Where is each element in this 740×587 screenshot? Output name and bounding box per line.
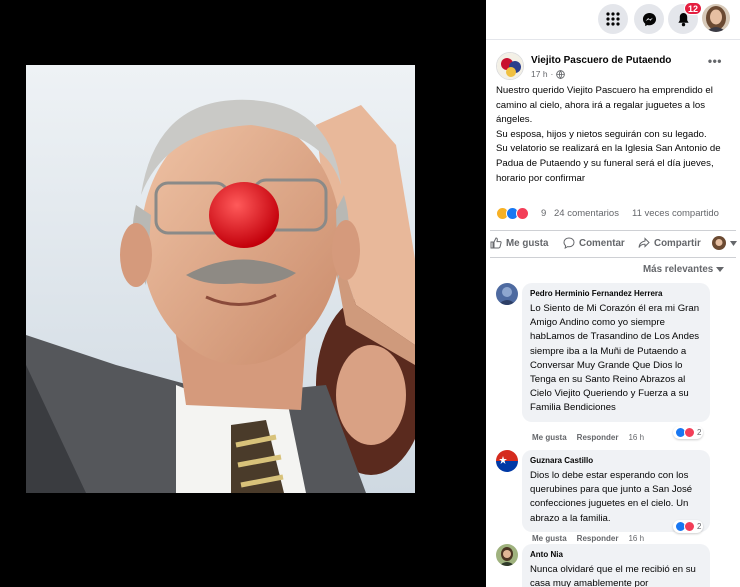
avatar-image (496, 450, 518, 472)
comment-time[interactable]: 16 h (628, 433, 644, 442)
post-meta: 17 h · (531, 69, 566, 79)
account-avatar[interactable] (702, 4, 730, 32)
comment-author[interactable]: Pedro Herminio Fernandez Herrera (530, 288, 702, 299)
top-bar: 12 (486, 0, 740, 40)
comment-reply-button[interactable]: Responder (577, 534, 619, 543)
reactions-summary: 9 24 comentarios 11 veces compartido (496, 207, 736, 221)
comment-author[interactable]: Anto Nia (530, 549, 702, 560)
share-button[interactable]: Compartir (638, 237, 701, 249)
comment-actions: Me gusta Responder 16 h (532, 534, 644, 543)
post-photo[interactable] (26, 65, 415, 493)
comment-bubble: Anto Nia Nunca olvidaré que el me recibi… (522, 544, 710, 587)
avatar-image (496, 283, 518, 305)
like-label: Me gusta (506, 237, 549, 249)
commenter-avatar[interactable] (496, 544, 518, 566)
notifications-badge: 12 (684, 2, 703, 15)
avatar-image (496, 544, 518, 566)
profile-thumb-icon (712, 236, 726, 250)
comment-item: Pedro Herminio Fernandez Herrera Lo Sien… (496, 283, 736, 448)
grid-menu-icon (606, 12, 620, 26)
photo-illustration (26, 65, 415, 493)
share-icon (638, 237, 650, 248)
menu-button[interactable] (598, 4, 628, 34)
comment-text: Nunca olvidaré que el me recibió en su c… (530, 564, 696, 587)
reactions-count[interactable]: 9 (541, 208, 546, 219)
messenger-icon (642, 12, 656, 26)
more-dots-icon: ••• (707, 54, 722, 68)
commenter-avatar[interactable] (496, 283, 518, 305)
love-reaction-icon (684, 427, 695, 438)
page-name-link[interactable]: Viejito Pascuero de Putaendo (531, 55, 671, 66)
comment-text: Dios lo debe estar esperando con los que… (530, 470, 693, 524)
post-header: Viejito Pascuero de Putaendo 17 h · ••• (496, 52, 736, 82)
post-paragraph: Su velatorio se realizará en la Iglesia … (496, 143, 721, 184)
comment-author[interactable]: Guznara Castillo (530, 455, 702, 466)
share-label: Compartir (654, 237, 701, 249)
sort-label: Más relevantes (643, 264, 714, 275)
comment-button[interactable]: Comentar (563, 237, 625, 249)
caret-down-icon (730, 240, 737, 246)
comment-text: Lo Siento de Mi Corazón él era mi Gran A… (530, 303, 700, 414)
comment-item: Anto Nia Nunca olvidaré que el me recibi… (496, 544, 736, 587)
reaction-profile-picker[interactable] (712, 236, 737, 250)
comment-item: Guznara Castillo Dios lo debe estar espe… (496, 450, 736, 545)
page-avatar[interactable] (496, 52, 524, 80)
love-reaction-icon (684, 521, 695, 532)
more-options-button[interactable]: ••• (708, 54, 722, 68)
post-paragraph: Nuestro querido Viejito Pascuero ha empr… (496, 85, 713, 126)
commenter-avatar[interactable] (496, 450, 518, 472)
like-button[interactable]: Me gusta (490, 237, 548, 249)
post-paragraph: Su esposa, hijos y nietos seguirán con s… (496, 128, 707, 140)
page-avatar-image (497, 53, 523, 79)
media-viewer (0, 0, 486, 587)
post-text: Nuestro querido Viejito Pascuero ha empr… (496, 84, 734, 186)
comment-like-button[interactable]: Me gusta (532, 433, 567, 442)
post-actions: Me gusta Comentar Compartir (490, 230, 737, 258)
comment-reactions-count: 2 (697, 428, 702, 437)
comment-like-button[interactable]: Me gusta (532, 534, 567, 543)
comment-reactions[interactable]: 2 (673, 520, 704, 533)
caret-down-icon (716, 267, 725, 272)
post-detail-panel: 12 Viejito Pascuero de Putaendo 17 h · •… (486, 0, 740, 587)
messenger-button[interactable] (634, 4, 664, 34)
comments-count[interactable]: 24 comentarios (554, 208, 619, 219)
comment-actions: Me gusta Responder 16 h (532, 433, 644, 442)
shares-count[interactable]: 11 veces compartido (632, 208, 719, 219)
comment-sort-dropdown[interactable]: Más relevantes (643, 264, 725, 275)
care-reaction-icon (516, 207, 529, 220)
reaction-icons[interactable] (496, 207, 529, 220)
avatar-image (702, 4, 730, 32)
comment-reactions-count: 2 (697, 522, 702, 531)
post-time[interactable]: 17 h (531, 69, 548, 79)
comment-icon (563, 237, 575, 249)
comment-label: Comentar (579, 237, 625, 249)
globe-icon (556, 69, 566, 79)
comment-time[interactable]: 16 h (628, 534, 644, 543)
comment-reactions[interactable]: 2 (673, 426, 704, 439)
comment-reply-button[interactable]: Responder (577, 433, 619, 442)
thumbs-up-icon (490, 237, 502, 249)
comment-bubble: Pedro Herminio Fernandez Herrera Lo Sien… (522, 283, 710, 422)
